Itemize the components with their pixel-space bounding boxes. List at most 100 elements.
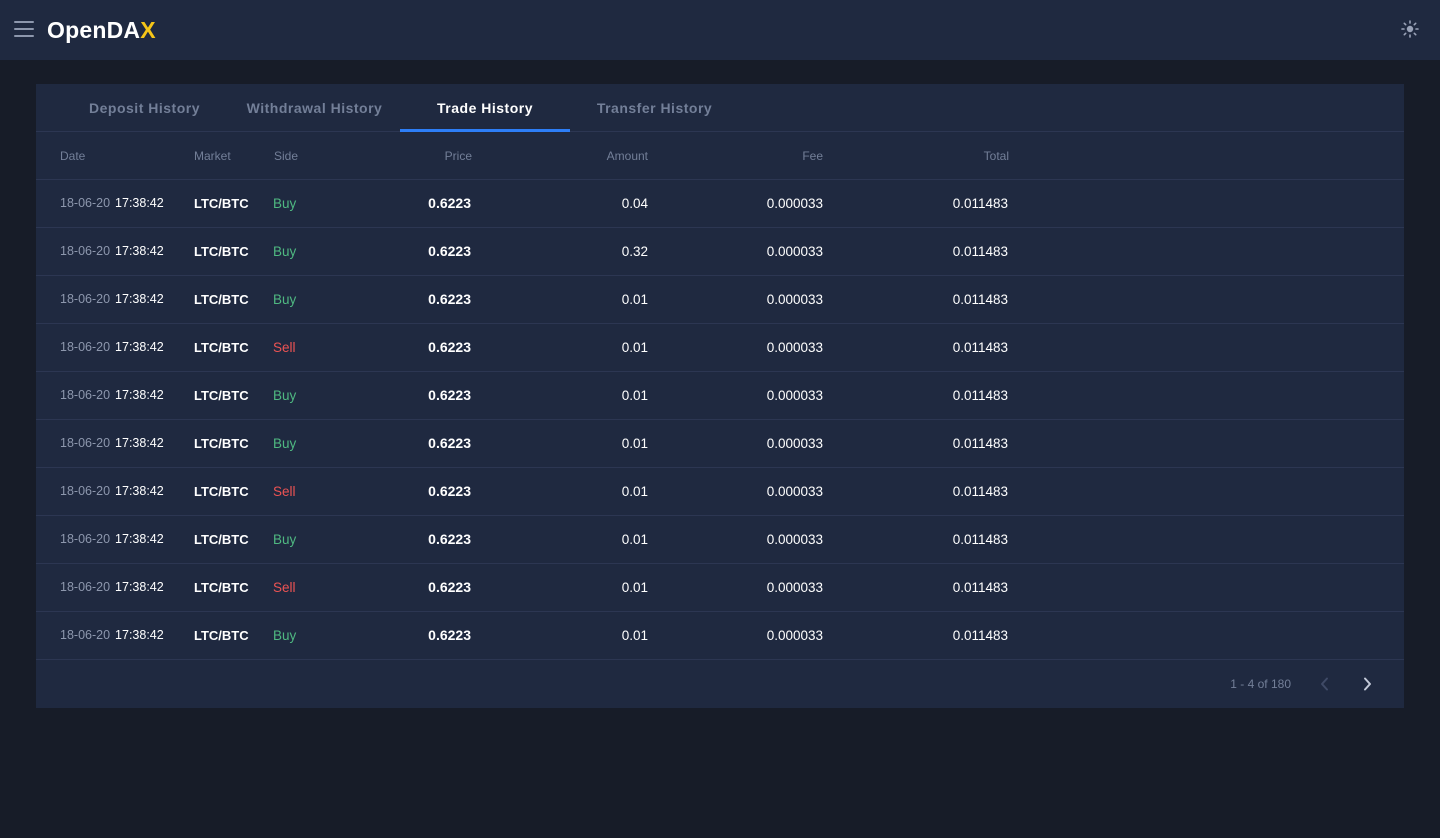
market-cell: LTC/BTC: [194, 244, 249, 259]
time-value: 17:38:42: [115, 580, 164, 594]
date-value: 18-06-20: [60, 628, 111, 642]
time-value: 17:38:42: [115, 484, 164, 498]
market-cell: LTC/BTC: [194, 580, 249, 595]
amount-cell: 0.01: [621, 340, 648, 355]
date-value: 18-06-20: [60, 244, 111, 258]
price-cell: 0.6223: [428, 627, 471, 643]
pagination-range: 1 - 4 of 180: [1230, 677, 1291, 691]
price-cell: 0.6223: [428, 483, 471, 499]
pagination: 1 - 4 of 180: [36, 660, 1404, 708]
date-cell: 18-06-20 17:38:42: [60, 324, 164, 371]
table-row[interactable]: 18-06-20 17:38:42 LTC/BTC Buy 0.6223 0.04…: [36, 180, 1404, 228]
column-header-side: Side: [274, 149, 299, 163]
fee-cell: 0.000033: [766, 340, 823, 355]
tab-trade-history[interactable]: Trade History: [400, 84, 570, 132]
logo-text: OpenDA: [47, 17, 141, 43]
fee-cell: 0.000033: [766, 244, 823, 259]
amount-cell: 0.01: [621, 388, 648, 403]
side-cell: Buy: [273, 196, 297, 211]
market-cell: LTC/BTC: [194, 436, 249, 451]
top-navbar: OpenDAX: [0, 0, 1440, 60]
logo[interactable]: OpenDAX: [47, 17, 156, 43]
amount-cell: 0.01: [621, 580, 648, 595]
tab-deposit-history[interactable]: Deposit History: [70, 84, 219, 132]
sun-icon[interactable]: [1400, 19, 1420, 39]
column-header-price: Price: [444, 149, 472, 163]
amount-cell: 0.04: [621, 196, 648, 211]
table-row[interactable]: 18-06-20 17:38:42 LTC/BTC Buy 0.6223 0.01…: [36, 420, 1404, 468]
fee-cell: 0.000033: [766, 292, 823, 307]
price-cell: 0.6223: [428, 531, 471, 547]
date-cell: 18-06-20 17:38:42: [60, 516, 164, 563]
fee-cell: 0.000033: [766, 580, 823, 595]
logo-accent: X: [140, 17, 156, 43]
side-cell: Buy: [273, 628, 297, 643]
table-row[interactable]: 18-06-20 17:38:42 LTC/BTC Sell 0.6223 0.0…: [36, 564, 1404, 612]
date-cell: 18-06-20 17:38:42: [60, 228, 164, 275]
time-value: 17:38:42: [115, 244, 164, 258]
market-cell: LTC/BTC: [194, 532, 249, 547]
column-header-market: Market: [194, 149, 231, 163]
side-cell: Buy: [273, 388, 297, 403]
price-cell: 0.6223: [428, 579, 471, 595]
table-row[interactable]: 18-06-20 17:38:42 LTC/BTC Buy 0.6223 0.01…: [36, 276, 1404, 324]
amount-cell: 0.01: [621, 532, 648, 547]
chevron-right-icon[interactable]: [1357, 674, 1377, 694]
total-cell: 0.011483: [952, 484, 1008, 499]
table-body: 18-06-20 17:38:42 LTC/BTC Buy 0.6223 0.04…: [36, 180, 1404, 660]
side-cell: Buy: [273, 532, 297, 547]
history-tabs: Deposit History Withdrawal History Trade…: [36, 84, 1404, 132]
price-cell: 0.6223: [428, 339, 471, 355]
hamburger-menu-icon[interactable]: [12, 19, 36, 39]
date-value: 18-06-20: [60, 484, 111, 498]
total-cell: 0.011483: [952, 196, 1008, 211]
price-cell: 0.6223: [428, 291, 471, 307]
date-value: 18-06-20: [60, 580, 111, 594]
side-cell: Sell: [273, 340, 296, 355]
market-cell: LTC/BTC: [194, 388, 249, 403]
fee-cell: 0.000033: [766, 532, 823, 547]
date-value: 18-06-20: [60, 532, 111, 546]
tab-transfer-history[interactable]: Transfer History: [588, 84, 721, 132]
time-value: 17:38:42: [115, 628, 164, 642]
total-cell: 0.011483: [952, 388, 1008, 403]
column-header-fee: Fee: [802, 149, 823, 163]
chevron-left-icon[interactable]: [1315, 674, 1335, 694]
fee-cell: 0.000033: [766, 196, 823, 211]
fee-cell: 0.000033: [766, 484, 823, 499]
total-cell: 0.011483: [952, 580, 1008, 595]
market-cell: LTC/BTC: [194, 340, 249, 355]
total-cell: 0.011483: [952, 532, 1008, 547]
table-row[interactable]: 18-06-20 17:38:42 LTC/BTC Sell 0.6223 0.0…: [36, 468, 1404, 516]
date-value: 18-06-20: [60, 436, 111, 450]
date-value: 18-06-20: [60, 196, 111, 210]
table-row[interactable]: 18-06-20 17:38:42 LTC/BTC Buy 0.6223 0.01…: [36, 372, 1404, 420]
total-cell: 0.011483: [952, 340, 1008, 355]
market-cell: LTC/BTC: [194, 628, 249, 643]
column-header-total: Total: [983, 149, 1009, 163]
date-cell: 18-06-20 17:38:42: [60, 564, 164, 611]
time-value: 17:38:42: [115, 388, 164, 402]
table-row[interactable]: 18-06-20 17:38:42 LTC/BTC Sell 0.6223 0.0…: [36, 324, 1404, 372]
market-cell: LTC/BTC: [194, 292, 249, 307]
tab-withdrawal-history[interactable]: Withdrawal History: [239, 84, 390, 132]
time-value: 17:38:42: [115, 532, 164, 546]
date-cell: 18-06-20 17:38:42: [60, 420, 164, 467]
column-header-date: Date: [60, 149, 86, 163]
price-cell: 0.6223: [428, 387, 471, 403]
table-row[interactable]: 18-06-20 17:38:42 LTC/BTC Buy 0.6223 0.32…: [36, 228, 1404, 276]
total-cell: 0.011483: [952, 628, 1008, 643]
price-cell: 0.6223: [428, 195, 471, 211]
time-value: 17:38:42: [115, 436, 164, 450]
side-cell: Buy: [273, 244, 297, 259]
date-cell: 18-06-20 17:38:42: [60, 468, 164, 515]
amount-cell: 0.01: [621, 628, 648, 643]
market-cell: LTC/BTC: [194, 484, 249, 499]
table-row[interactable]: 18-06-20 17:38:42 LTC/BTC Buy 0.6223 0.01…: [36, 516, 1404, 564]
total-cell: 0.011483: [952, 436, 1008, 451]
table-row[interactable]: 18-06-20 17:38:42 LTC/BTC Buy 0.6223 0.01…: [36, 612, 1404, 660]
date-value: 18-06-20: [60, 340, 111, 354]
time-value: 17:38:42: [115, 196, 164, 210]
amount-cell: 0.32: [621, 244, 648, 259]
time-value: 17:38:42: [115, 292, 164, 306]
